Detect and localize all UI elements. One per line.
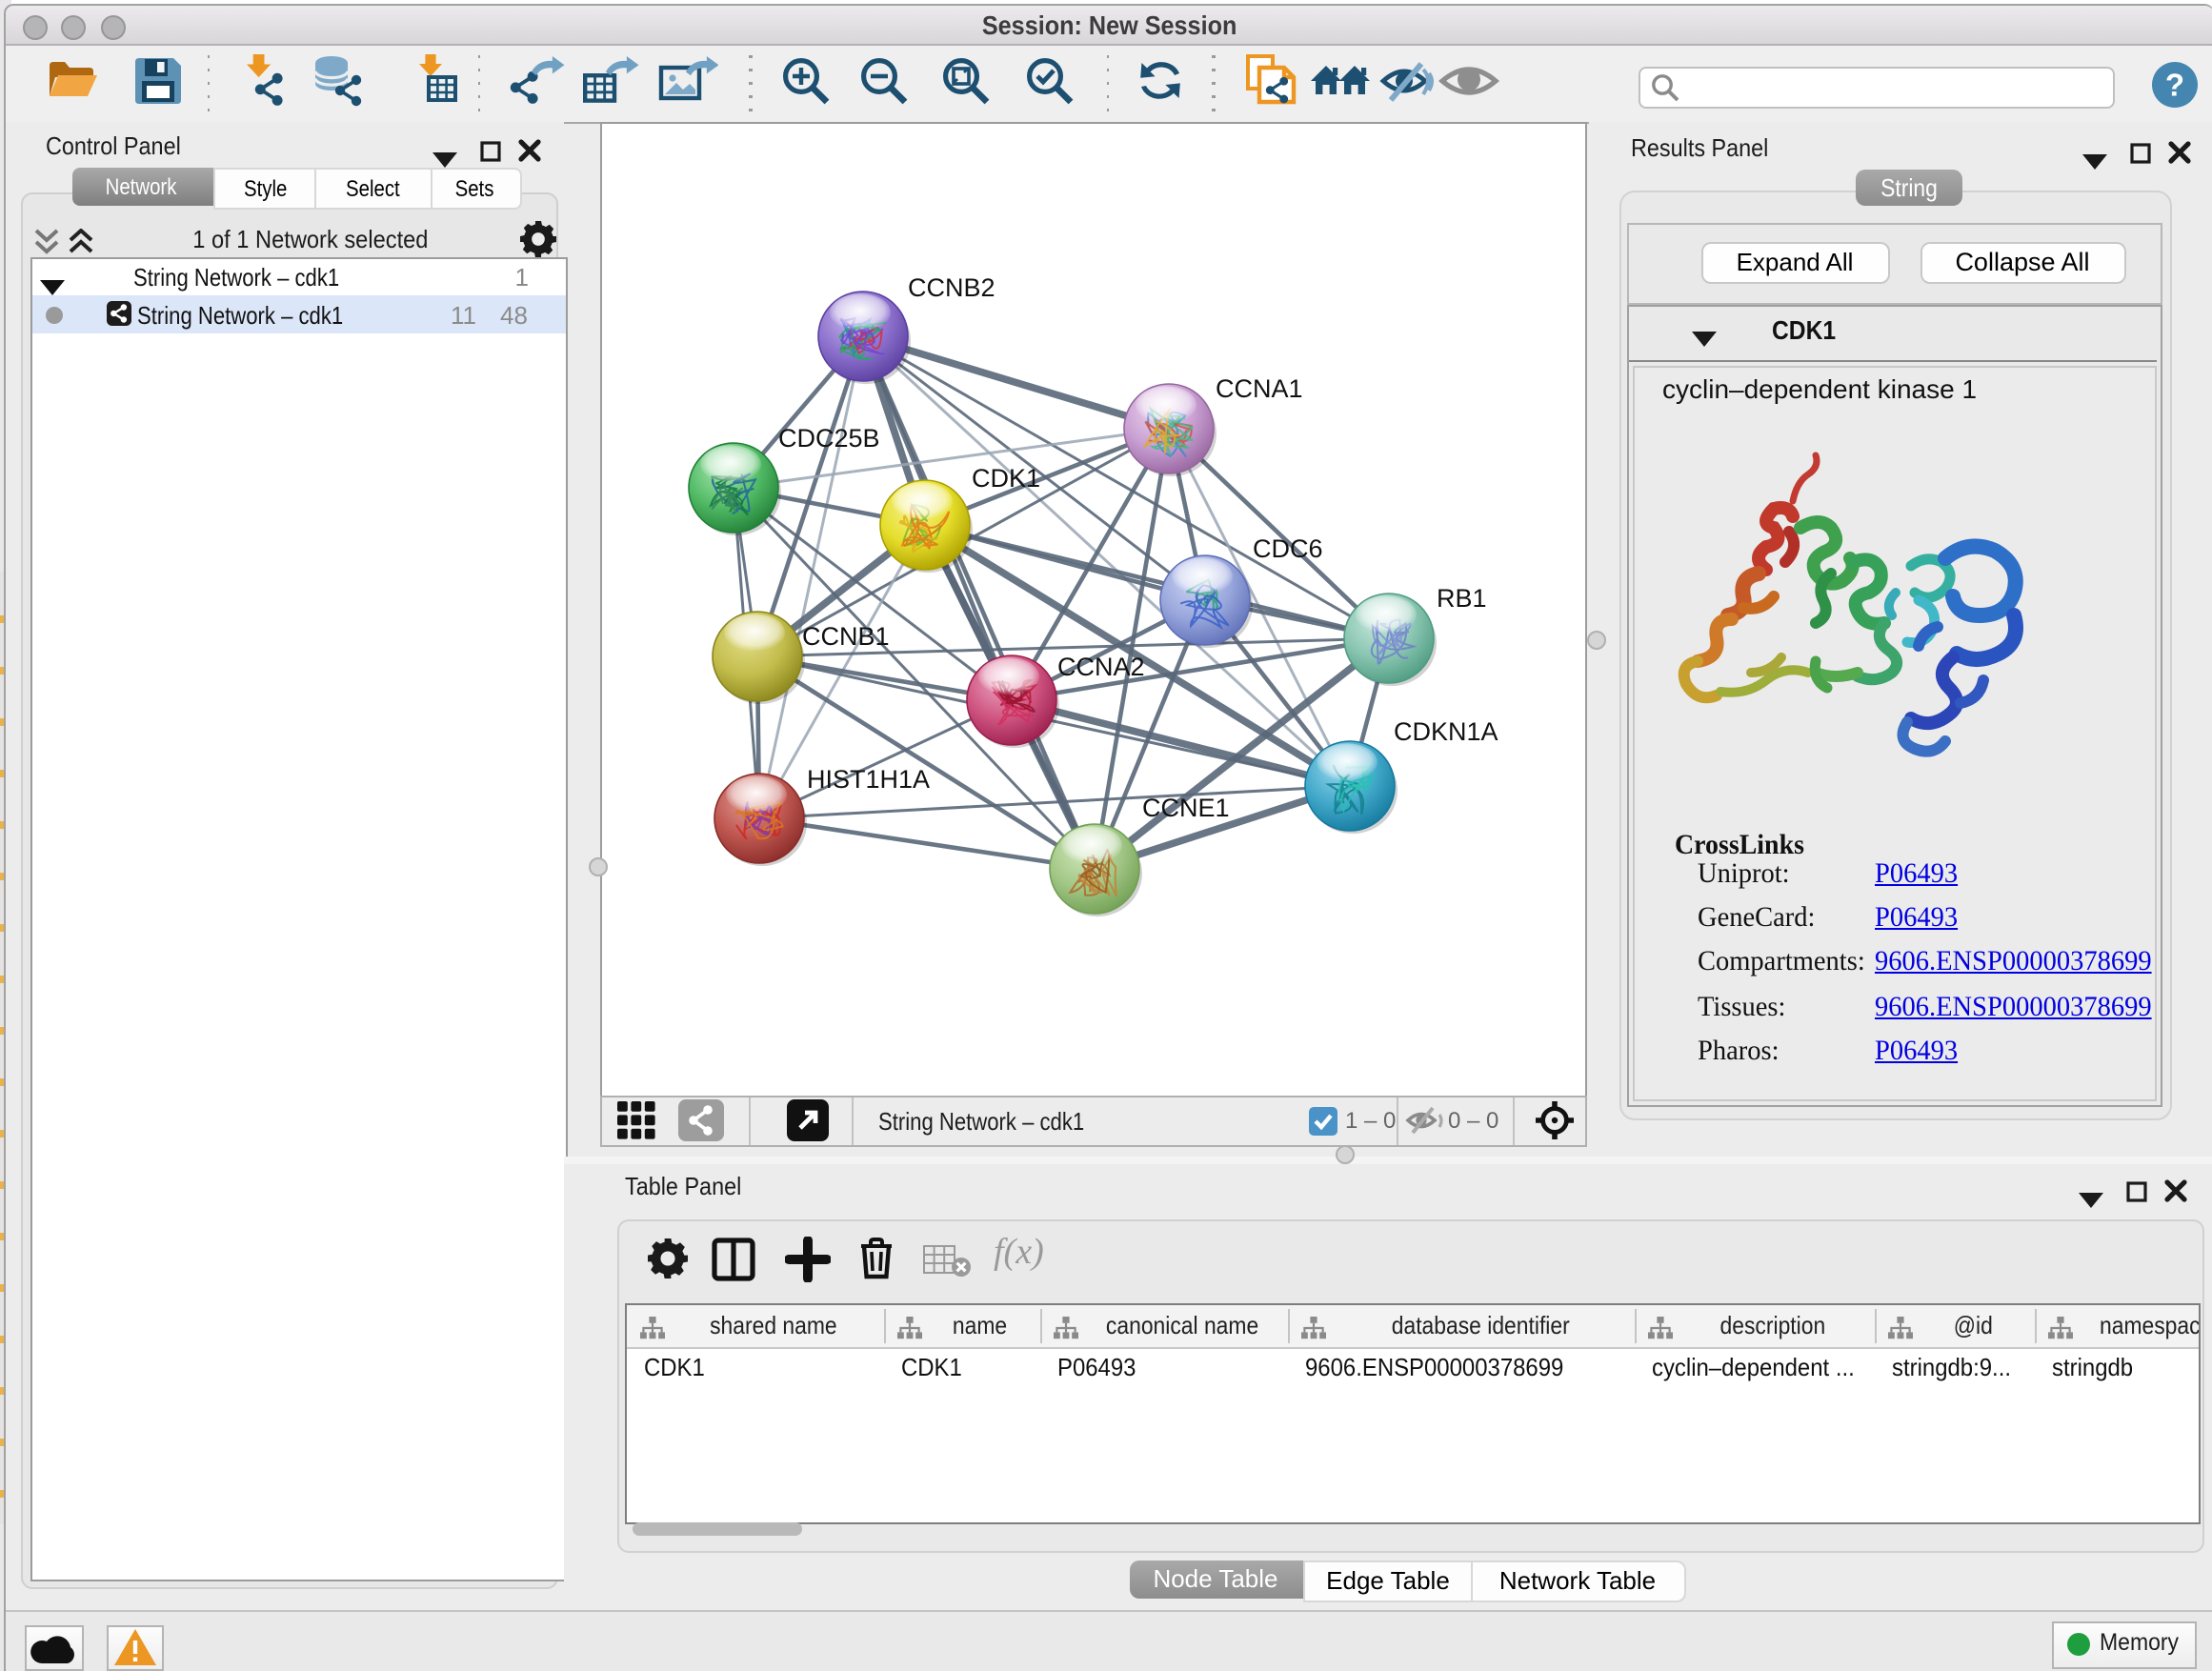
svg-text:CDKN1A: CDKN1A xyxy=(1394,716,1498,745)
svg-text:?: ? xyxy=(2164,66,2183,101)
svg-text:CCNE1: CCNE1 xyxy=(1142,793,1230,821)
svg-text:RB1: RB1 xyxy=(1437,583,1487,612)
svg-text:CCNA2: CCNA2 xyxy=(1057,652,1145,680)
svg-text:CDK1: CDK1 xyxy=(972,463,1040,492)
svg-text:CCNB1: CCNB1 xyxy=(802,621,890,650)
svg-text:CDC25B: CDC25B xyxy=(778,423,880,452)
svg-text:CCNB2: CCNB2 xyxy=(908,272,995,301)
svg-text:CDC6: CDC6 xyxy=(1253,534,1323,562)
svg-text:CCNA1: CCNA1 xyxy=(1216,373,1303,402)
svg-text:HIST1H1A: HIST1H1A xyxy=(807,764,930,793)
